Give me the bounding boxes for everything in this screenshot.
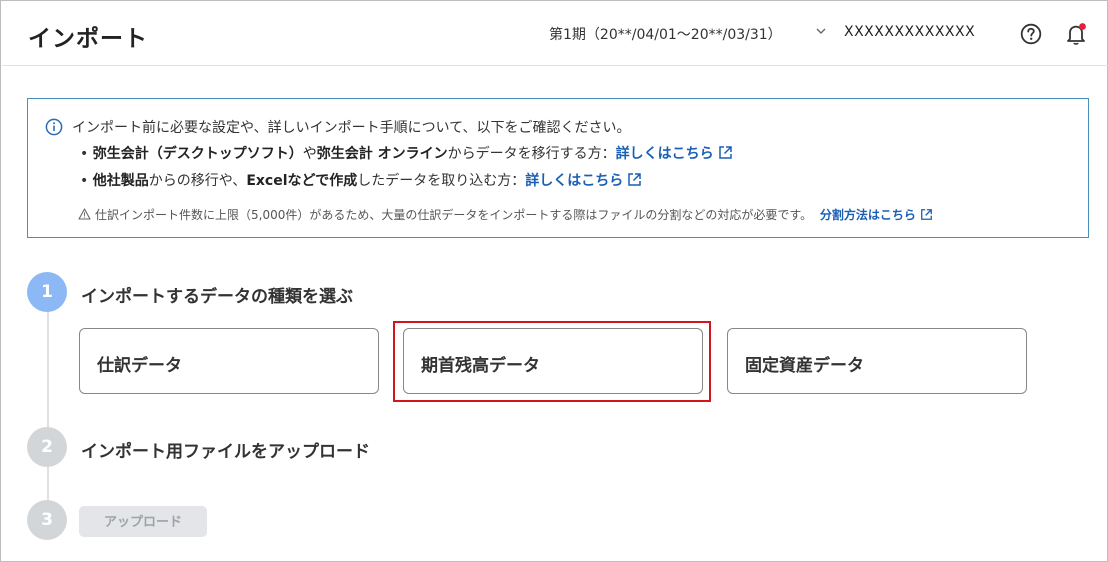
info-bullet-migrate-yayoi: • 弥生会計（デスクトップソフト）や弥生会計 オンラインからデータを移行する方：… [80,143,733,163]
choice-fixed-asset-data[interactable]: 固定資産データ [727,328,1027,394]
info-icon [45,118,63,136]
limit-note: 仕訳インポート件数に上限（5,000件）があるため、大量の仕訳データをインポート… [78,206,933,223]
step-2-title: インポート用ファイルをアップロード [81,442,370,462]
page-title: インポート [28,26,148,52]
warning-icon [78,208,91,220]
choice-label: 仕訳データ [97,356,182,376]
period-selector[interactable]: 第1期（20**/04/01〜20**/03/31） [549,24,782,44]
choice-journal-data[interactable]: 仕訳データ [79,328,379,394]
bullet-text: からデータを移行する方： [447,146,616,162]
company-name[interactable]: XXXXXXXXXXXXX [844,24,975,40]
bullet-text: からの移行や、 [148,173,247,189]
chevron-down-icon[interactable] [815,26,827,36]
external-link-icon[interactable] [627,172,642,187]
upload-button[interactable]: アップロード [79,506,207,537]
choice-label: 固定資産データ [745,356,864,376]
details-link-other[interactable]: 詳しくはこちら [525,173,623,189]
help-circle-icon[interactable] [1020,23,1042,45]
limit-note-text: 仕訳インポート件数に上限（5,000件）があるため、大量の仕訳データをインポート… [95,208,813,222]
bullet-text: したデータを取り込む方： [357,173,526,189]
bullet-text: Excelなどで作成 [246,173,358,189]
highlight-box [393,321,711,402]
bullet-text: 弥生会計（デスクトップソフト） [92,146,303,162]
step-connector [47,301,49,526]
notification-dot [1079,23,1086,30]
external-link-icon[interactable] [920,208,933,221]
bullet-text: や [302,146,317,162]
app-window: インポート 第1期（20**/04/01〜20**/03/31） XXXXXXX… [0,0,1108,562]
external-link-icon[interactable] [718,145,733,160]
bell-icon[interactable] [1065,22,1087,46]
header: インポート 第1期（20**/04/01〜20**/03/31） XXXXXXX… [2,2,1108,66]
bullet-text: 弥生会計 オンライン [316,146,448,162]
step-3-indicator: 3 [27,500,67,540]
details-link-yayoi[interactable]: 詳しくはこちら [616,146,714,162]
info-lead-text: インポート前に必要な設定や、詳しいインポート手順について、以下をご確認ください。 [72,120,631,136]
info-bullet-other-products: • 他社製品からの移行や、Excelなどで作成したデータを取り込む方：詳しくはこ… [80,170,642,190]
step-1-indicator: 1 [27,272,67,312]
split-method-link[interactable]: 分割方法はこちら [820,208,916,222]
info-box: インポート前に必要な設定や、詳しいインポート手順について、以下をご確認ください。… [27,98,1089,238]
bullet-text: 他社製品 [92,173,149,189]
step-2-indicator: 2 [27,427,67,467]
step-1-title: インポートするデータの種類を選ぶ [81,287,353,307]
